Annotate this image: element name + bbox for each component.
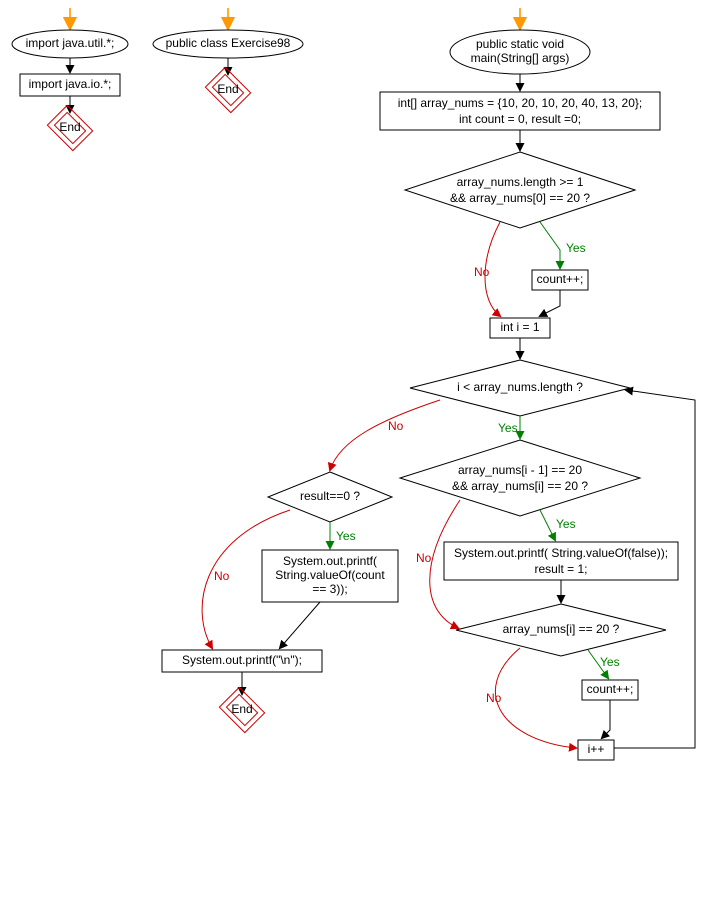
flow3-cond1-l2: && array_nums[0] == 20 ?: [450, 191, 590, 205]
flow3-result-no-label: No: [214, 569, 230, 583]
flow1-start-label: import java.util.*;: [26, 36, 115, 50]
flow3-arrow-e: [280, 602, 320, 648]
flow3-initi-label: int i = 1: [500, 320, 539, 334]
flow3-eq20-yes-label: Yes: [600, 655, 620, 669]
flow3-ipp-label: i++: [588, 742, 605, 756]
flow3-result-yes-label: Yes: [336, 529, 356, 543]
flow3-cond1-no-label: No: [474, 265, 490, 279]
flow3-loop-no-label: No: [388, 419, 404, 433]
flow3-cond1-l1: array_nums.length >= 1: [457, 175, 584, 189]
flow3-eq20-no-arrow: [495, 648, 576, 748]
flow3-printcount-l1: System.out.printf(: [283, 554, 377, 568]
flow3-start-l1: public static void: [476, 37, 564, 51]
flow3-end-node: End: [219, 687, 264, 732]
flow3-resultcond-label: result==0 ?: [300, 489, 360, 503]
flowchart-canvas: import java.util.*; import java.io.*; En…: [0, 0, 708, 910]
flow3-printcount-l2: String.valueOf(count: [275, 568, 385, 582]
flow3-loop-yes-label: Yes: [498, 421, 518, 435]
flow3-pair-yes-label: Yes: [556, 517, 576, 531]
flow2-start-label: public class Exercise98: [166, 36, 291, 50]
flow3-cond1-yes-arrow: [540, 222, 560, 268]
flow3-init-l2: int count = 0, result =0;: [459, 112, 581, 126]
flow3-printnl-label: System.out.printf("\n");: [182, 653, 302, 667]
flow3-printcount-l3: == 3));: [312, 582, 347, 596]
flow2-end-label: End: [217, 82, 238, 96]
flow3-loopcond-label: i < array_nums.length ?: [457, 380, 583, 394]
flow3-printfalse-l1: System.out.printf( String.valueOf(false)…: [454, 546, 668, 560]
flow3-eq20cond-label: array_nums[i] == 20 ?: [503, 622, 620, 636]
flow3-loop-no-arrow: [330, 400, 440, 470]
flow3-arrow-h: [602, 700, 610, 738]
flow2-end-node: End: [205, 67, 250, 112]
flow1-end-label: End: [59, 120, 80, 134]
flow3-paircond-node: [400, 440, 640, 516]
flow3-arrow-c: [540, 290, 560, 316]
flow3-eq20-no-label: No: [486, 691, 502, 705]
flow3-paircond-l2: && array_nums[i] == 20 ?: [452, 479, 588, 493]
flow3-countpp-label: count++;: [537, 272, 584, 286]
flow1-step1-label: import java.io.*;: [29, 77, 112, 91]
flow3-paircond-l1: array_nums[i - 1] == 20: [458, 463, 582, 477]
flow3-init-l1: int[] array_nums = {10, 20, 10, 20, 40, …: [398, 96, 643, 110]
flow3-count2-label: count++;: [587, 682, 634, 696]
flow3-pair-yes-arrow: [540, 510, 555, 540]
flow3-cond1-yes-label: Yes: [566, 241, 586, 255]
flow3-cond1-node: [405, 152, 635, 228]
flow3-start-l2: main(String[] args): [471, 51, 570, 65]
flow3-pair-no-label: No: [416, 551, 432, 565]
flow3-printfalse-l2: result = 1;: [534, 562, 587, 576]
flow3-end-label: End: [231, 702, 252, 716]
flow1-end-node: End: [47, 105, 92, 150]
